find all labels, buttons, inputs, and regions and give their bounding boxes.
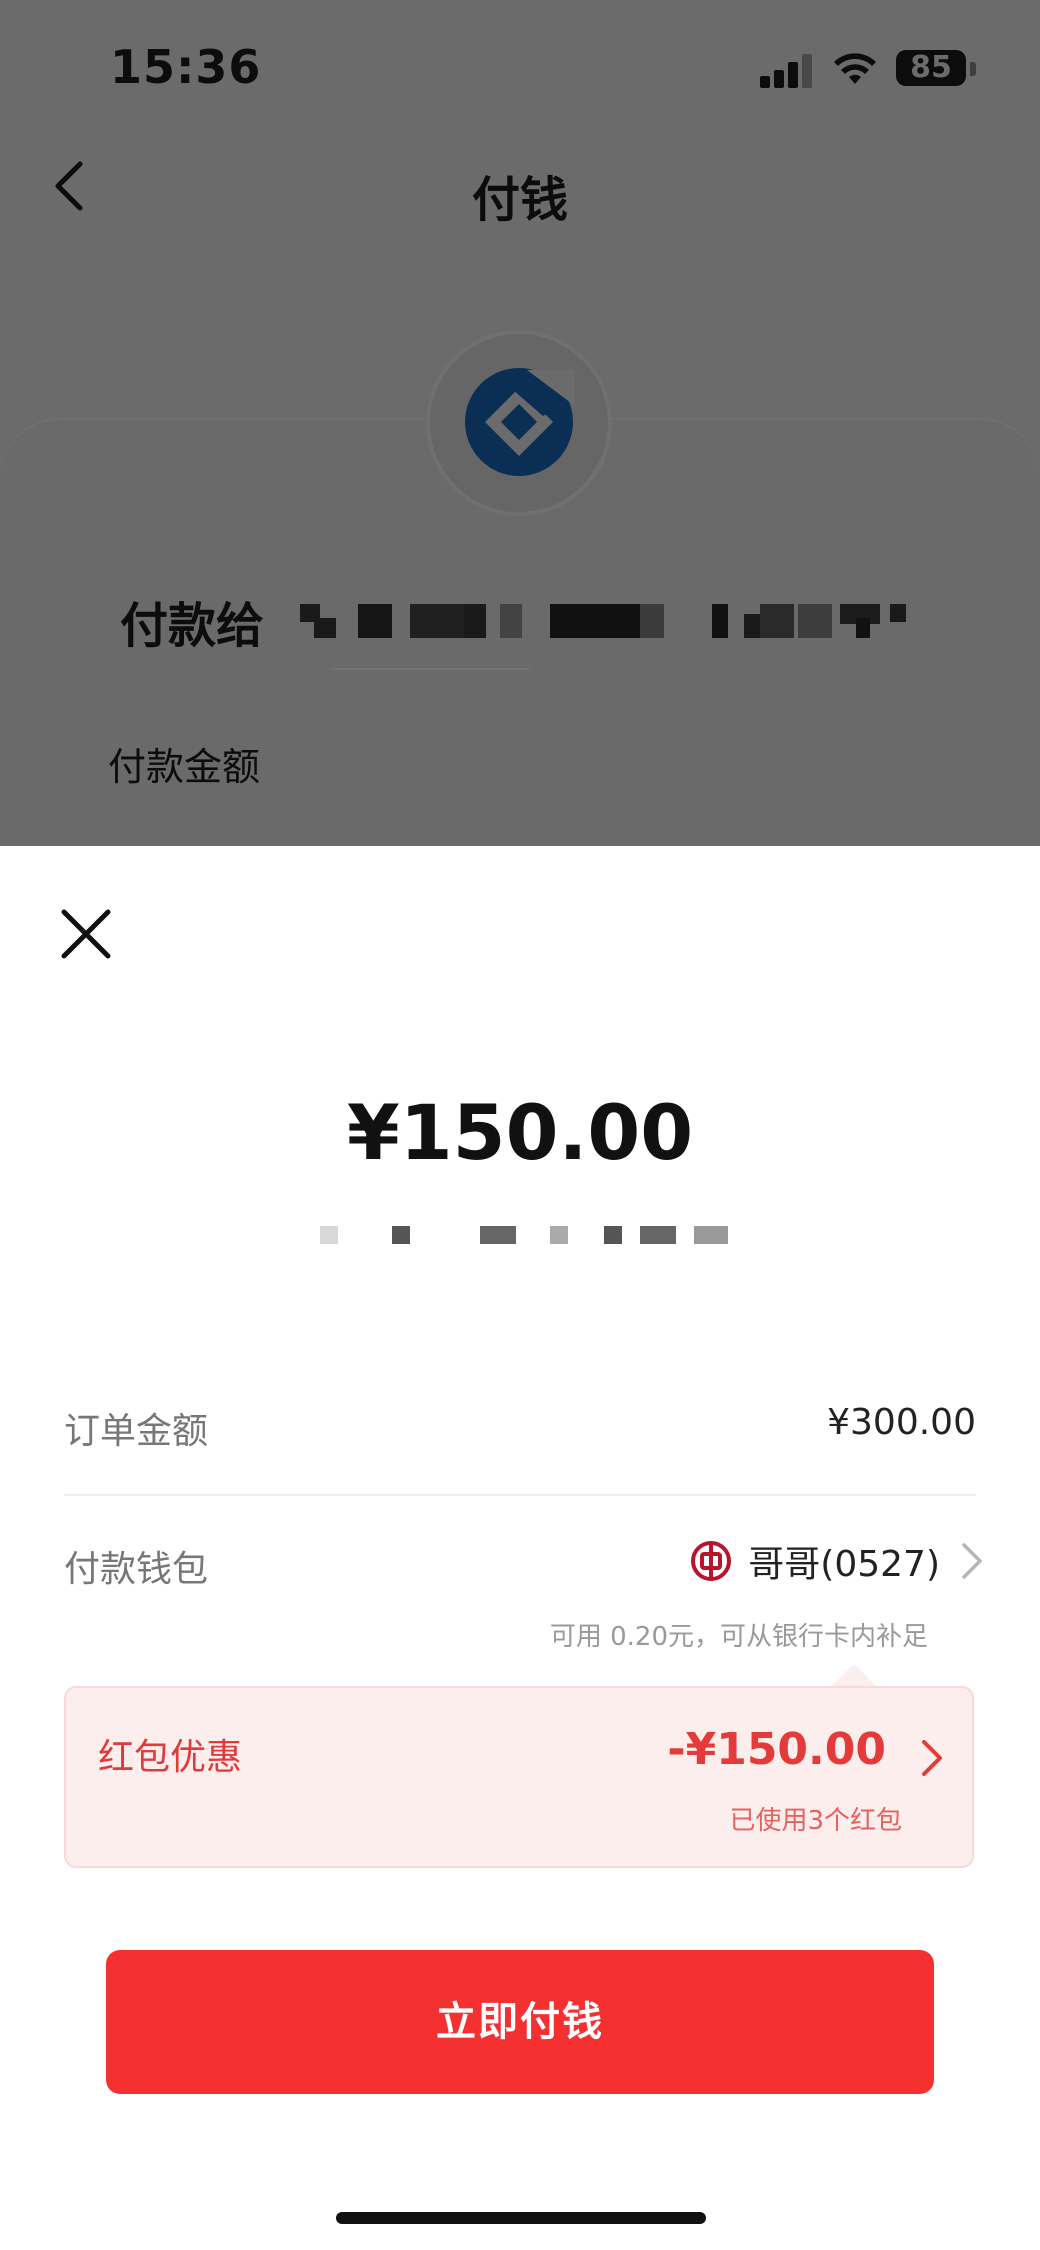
wifi-icon <box>834 53 876 84</box>
pay-to-label: 付款给 <box>120 598 265 654</box>
payment-amount: ¥150.00 <box>346 1088 694 1177</box>
order-amount-value: ¥300.00 <box>827 1402 976 1443</box>
wallet-selector[interactable]: 哥哥(0527) <box>690 1536 984 1586</box>
row-divider <box>64 1494 976 1496</box>
cellular-signal-icon <box>760 54 814 88</box>
chevron-right-icon <box>962 1543 982 1579</box>
bank-of-china-icon <box>691 1541 732 1581</box>
chevron-right-icon <box>922 1740 942 1776</box>
promo-subtitle: 已使用3个红包 <box>729 1806 902 1836</box>
payee-divider <box>330 668 530 670</box>
battery-tip <box>970 62 976 76</box>
status-time: 15:36 <box>110 40 262 94</box>
promo-label: 红包优惠 <box>98 1737 243 1778</box>
home-indicator <box>336 2212 706 2224</box>
pay-now-button[interactable]: 立即付钱 <box>106 1950 934 2094</box>
order-amount-label: 订单金额 <box>64 1411 209 1452</box>
status-bar: 15:36 85 <box>0 0 1040 130</box>
background-page: 15:36 85 付钱 付款给 付款金额 <box>0 0 1040 920</box>
ccb-bank-logo-icon <box>465 368 575 476</box>
promo-pointer <box>832 1664 876 1686</box>
close-icon[interactable] <box>56 904 116 964</box>
wallet-hint: 可用 0.20元，可从银行卡内补足 <box>549 1622 928 1652</box>
masked-payee-subtitle <box>320 1226 740 1244</box>
wallet-label: 付款钱包 <box>64 1549 209 1590</box>
page-title: 付钱 <box>471 172 568 228</box>
promo-amount: -¥150.00 <box>667 1724 886 1775</box>
amount-label: 付款金额 <box>108 745 261 789</box>
red-packet-discount[interactable]: 红包优惠 -¥150.00 已使用3个红包 <box>64 1686 974 1868</box>
masked-payee-name <box>300 604 910 638</box>
battery-icon: 85 <box>896 50 966 86</box>
wallet-value: 哥哥(0527) <box>748 1544 940 1585</box>
payment-sheet: ¥150.00 订单金额 ¥300.00 付款钱包 哥哥(0527) 可用 0.… <box>0 846 1040 2250</box>
